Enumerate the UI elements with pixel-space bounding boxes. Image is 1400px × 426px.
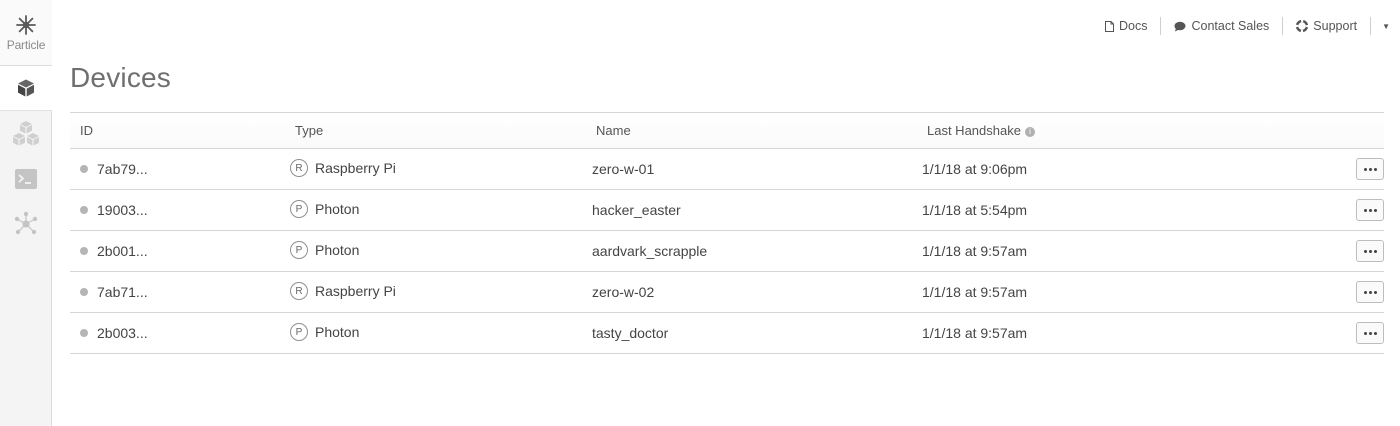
device-id: 7ab71... [97, 284, 148, 300]
table-row[interactable]: 7ab71... R Raspberry Pi zero-w-02 1/1/18… [70, 272, 1384, 313]
device-type: P Photon [290, 241, 359, 259]
cube-icon [18, 79, 34, 97]
status-dot [80, 165, 88, 173]
type-badge-icon: P [290, 323, 308, 341]
device-id: 7ab79... [97, 161, 148, 177]
docs-link[interactable]: Docs [1092, 19, 1160, 33]
device-type-label: Raspberry Pi [315, 283, 396, 299]
device-type: R Raspberry Pi [290, 282, 396, 300]
type-badge-icon: R [290, 159, 308, 177]
top-links: Docs Contact Sales Support ▼ [1092, 17, 1400, 35]
sidebar-item-console[interactable] [0, 156, 52, 201]
contact-sales-link[interactable]: Contact Sales [1161, 19, 1282, 33]
page-title: Devices [70, 62, 171, 93]
sidebar-item-integrations[interactable] [0, 201, 52, 246]
more-actions-button[interactable] [1356, 158, 1384, 180]
device-id: 2b001... [97, 243, 148, 259]
device-type-label: Photon [315, 242, 360, 258]
more-actions-button[interactable] [1356, 281, 1384, 303]
cubes-icon [13, 120, 39, 145]
chat-bubble-icon [1174, 21, 1186, 31]
device-type-label: Photon [315, 201, 360, 217]
device-type: R Raspberry Pi [290, 159, 396, 177]
last-handshake: 1/1/18 at 9:06pm [922, 161, 1028, 177]
more-actions-button[interactable] [1356, 240, 1384, 262]
sidebar-item-products[interactable] [0, 111, 52, 156]
status-dot [80, 288, 88, 296]
device-type: P Photon [290, 200, 359, 218]
terminal-icon [15, 168, 37, 189]
account-dropdown-caret-icon[interactable]: ▼ [1371, 22, 1400, 31]
particle-star-icon [16, 14, 36, 35]
more-actions-button[interactable] [1356, 199, 1384, 221]
column-header-id[interactable]: ID [80, 123, 93, 138]
last-handshake: 1/1/18 at 9:57am [922, 243, 1028, 259]
column-header-type[interactable]: Type [295, 123, 323, 138]
device-type-label: Raspberry Pi [315, 160, 396, 176]
devices-table: ID Type Name Last Handshake i 7ab79... R … [70, 112, 1384, 354]
status-dot [80, 247, 88, 255]
sidebar-item-devices[interactable] [0, 66, 52, 111]
status-dot [80, 329, 88, 337]
table-row[interactable]: 19003... P Photon hacker_easter 1/1/18 a… [70, 190, 1384, 231]
device-type-label: Photon [315, 324, 360, 340]
info-icon[interactable]: i [1024, 126, 1035, 137]
last-handshake: 1/1/18 at 9:57am [922, 284, 1028, 300]
document-icon [1104, 20, 1114, 32]
logo-text: Particle [6, 37, 46, 52]
contact-sales-label: Contact Sales [1191, 19, 1270, 33]
docs-label: Docs [1118, 19, 1148, 33]
table-row[interactable]: 7ab79... R Raspberry Pi zero-w-01 1/1/18… [70, 149, 1384, 190]
support-label: Support [1313, 19, 1358, 33]
column-header-name[interactable]: Name [596, 123, 631, 138]
sidebar: Particle [0, 0, 52, 426]
last-handshake: 1/1/18 at 9:57am [922, 325, 1028, 341]
device-id: 2b003... [97, 325, 148, 341]
type-badge-icon: P [290, 241, 308, 259]
status-dot [80, 206, 88, 214]
device-type: P Photon [290, 323, 359, 341]
device-name: tasty_doctor [592, 325, 669, 341]
network-icon [14, 211, 38, 234]
particle-logo[interactable]: Particle [0, 0, 52, 66]
table-row[interactable]: 2b001... P Photon aardvark_scrapple 1/1/… [70, 231, 1384, 272]
support-link[interactable]: Support [1283, 19, 1370, 33]
last-handshake: 1/1/18 at 5:54pm [922, 202, 1028, 218]
column-header-last-handshake[interactable]: Last Handshake i [927, 123, 1035, 138]
last-handshake-label: Last Handshake [927, 123, 1021, 138]
device-name: hacker_easter [592, 202, 681, 218]
table-header: ID Type Name Last Handshake i [70, 112, 1384, 149]
type-badge-icon: R [290, 282, 308, 300]
more-actions-button[interactable] [1356, 322, 1384, 344]
device-id: 19003... [97, 202, 148, 218]
device-name: zero-w-02 [592, 284, 655, 300]
table-row[interactable]: 2b003... P Photon tasty_doctor 1/1/18 at… [70, 313, 1384, 354]
life-ring-icon [1296, 20, 1309, 32]
type-badge-icon: P [290, 200, 308, 218]
device-name: aardvark_scrapple [592, 243, 708, 259]
device-name: zero-w-01 [592, 161, 655, 177]
